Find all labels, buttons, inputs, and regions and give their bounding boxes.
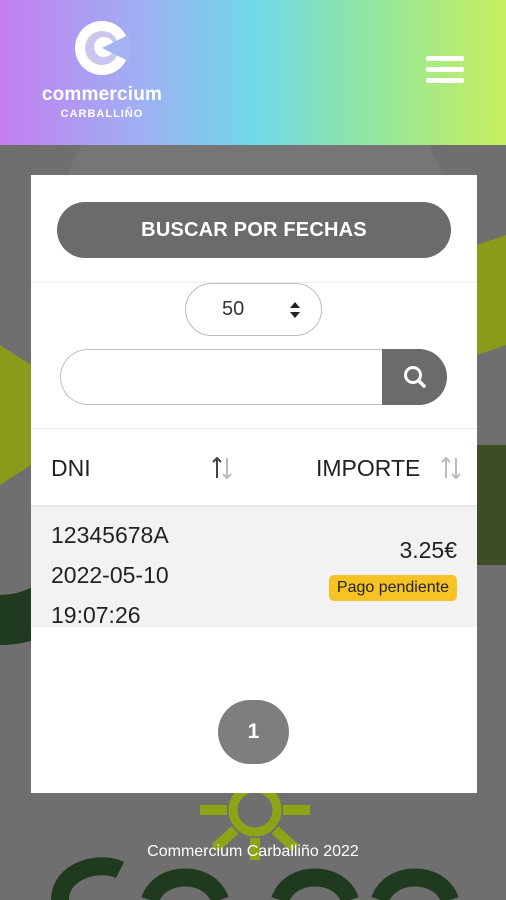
app-header: commercium CARBALLIÑO	[0, 0, 506, 145]
column-header-dni[interactable]: DNI	[51, 455, 91, 482]
column-header-importe[interactable]: IMPORTE	[316, 455, 420, 482]
brand-logo[interactable]: commercium CARBALLIÑO	[38, 20, 168, 124]
search-button[interactable]	[382, 349, 447, 405]
brand-name: commercium	[41, 84, 163, 105]
page-size-value: 50	[222, 298, 245, 320]
search-input[interactable]	[60, 349, 385, 405]
select-arrows-icon	[290, 302, 300, 318]
search-icon	[403, 366, 426, 388]
transactions-card: BUSCAR POR FECHAS 50 DNI IMPORTE 1234567…	[31, 175, 477, 793]
table-row[interactable]: 12345678A 2022-05-10 19:07:26 3.25€ Pago…	[31, 507, 477, 628]
footer-text: Commercium Carballiño 2022	[147, 843, 359, 860]
row-date: 2022-05-10	[51, 562, 169, 588]
divider	[31, 428, 477, 429]
row-importe: 3.25€	[399, 537, 457, 563]
status-badge: Pago pendiente	[328, 575, 457, 601]
search-by-dates-button[interactable]: BUSCAR POR FECHAS	[57, 202, 451, 258]
brand-subtitle: CARBALLIÑO	[60, 108, 144, 120]
sort-arrows-icon[interactable]	[209, 455, 235, 481]
pagination-page-button[interactable]: 1	[218, 700, 289, 764]
search-bar	[60, 349, 447, 405]
sort-arrows-icon[interactable]	[438, 455, 464, 481]
row-details: 12345678A 2022-05-10 19:07:26	[51, 515, 169, 635]
commercium-logo-icon	[75, 21, 130, 75]
page-size-select[interactable]: 50	[185, 283, 322, 336]
hamburger-menu-icon[interactable]	[426, 56, 464, 88]
row-time: 19:07:26	[51, 602, 141, 628]
row-dni: 12345678A	[51, 522, 169, 548]
